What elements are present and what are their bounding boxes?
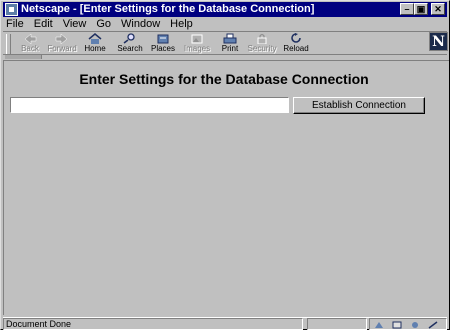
composer-icon[interactable]	[428, 321, 438, 329]
menu-edit[interactable]: Edit	[34, 18, 53, 30]
navigation-toolbar: Back Forward Home Search Places Images P…	[3, 31, 447, 55]
window-title: Netscape - [Enter Settings for the Datab…	[21, 3, 315, 15]
back-label: Back	[21, 44, 39, 53]
browser-window: Netscape - [Enter Settings for the Datab…	[0, 0, 450, 330]
back-button[interactable]: Back	[13, 33, 47, 55]
home-icon	[88, 33, 102, 44]
navigator-icon[interactable]	[374, 321, 384, 329]
places-button[interactable]: Places	[146, 33, 180, 55]
menu-window[interactable]: Window	[121, 18, 160, 30]
menu-file[interactable]: File	[6, 18, 24, 30]
reload-icon	[291, 33, 301, 43]
home-button[interactable]: Home	[78, 33, 112, 55]
forward-arrow-icon	[55, 33, 68, 44]
menu-view[interactable]: View	[63, 18, 87, 30]
places-label: Places	[150, 44, 175, 53]
lock-icon	[257, 33, 267, 44]
minimize-button[interactable]: –	[400, 3, 414, 15]
discussion-icon[interactable]	[410, 321, 420, 329]
print-label: Print	[221, 44, 239, 53]
forward-button[interactable]: Forward	[45, 33, 79, 55]
connection-settings-input[interactable]	[10, 97, 289, 113]
places-icon	[157, 34, 169, 44]
status-progress-area	[307, 318, 367, 330]
search-button[interactable]: Search	[113, 33, 147, 55]
establish-connection-button[interactable]: Establish Connection	[293, 97, 425, 114]
reload-label: Reload	[283, 44, 309, 53]
netscape-app-icon[interactable]	[5, 3, 18, 16]
printer-icon	[223, 33, 237, 44]
security-label: Security	[247, 44, 277, 53]
menu-bar: File Edit View Go Window Help	[3, 17, 447, 31]
page-heading: Enter Settings for the Database Connecti…	[79, 71, 369, 87]
restore-button[interactable]: ▣	[414, 3, 428, 15]
images-label: Images	[183, 44, 211, 53]
print-button[interactable]: Print	[213, 33, 247, 55]
menu-help[interactable]: Help	[170, 18, 193, 30]
menu-go[interactable]: Go	[96, 18, 111, 30]
images-icon	[191, 34, 203, 44]
images-button[interactable]: Images	[180, 33, 214, 55]
search-icon	[123, 33, 135, 44]
status-text: Document Done	[3, 318, 303, 330]
toolbar-grip[interactable]	[6, 34, 11, 54]
page-content: Enter Settings for the Database Connecti…	[3, 60, 449, 315]
close-button[interactable]: ✕	[431, 3, 445, 15]
reload-button[interactable]: Reload	[279, 33, 313, 55]
security-button[interactable]: Security	[245, 33, 279, 55]
status-bar: Document Done	[3, 317, 447, 330]
search-label: Search	[117, 44, 143, 53]
netscape-logo[interactable]: N	[429, 32, 448, 51]
home-label: Home	[84, 44, 106, 53]
collapsed-toolbar-tab[interactable]	[5, 55, 42, 59]
status-component-bar	[369, 318, 447, 330]
mail-icon[interactable]	[392, 321, 402, 329]
forward-label: Forward	[47, 44, 77, 53]
back-arrow-icon	[24, 33, 37, 44]
title-bar[interactable]: Netscape - [Enter Settings for the Datab…	[3, 2, 447, 17]
